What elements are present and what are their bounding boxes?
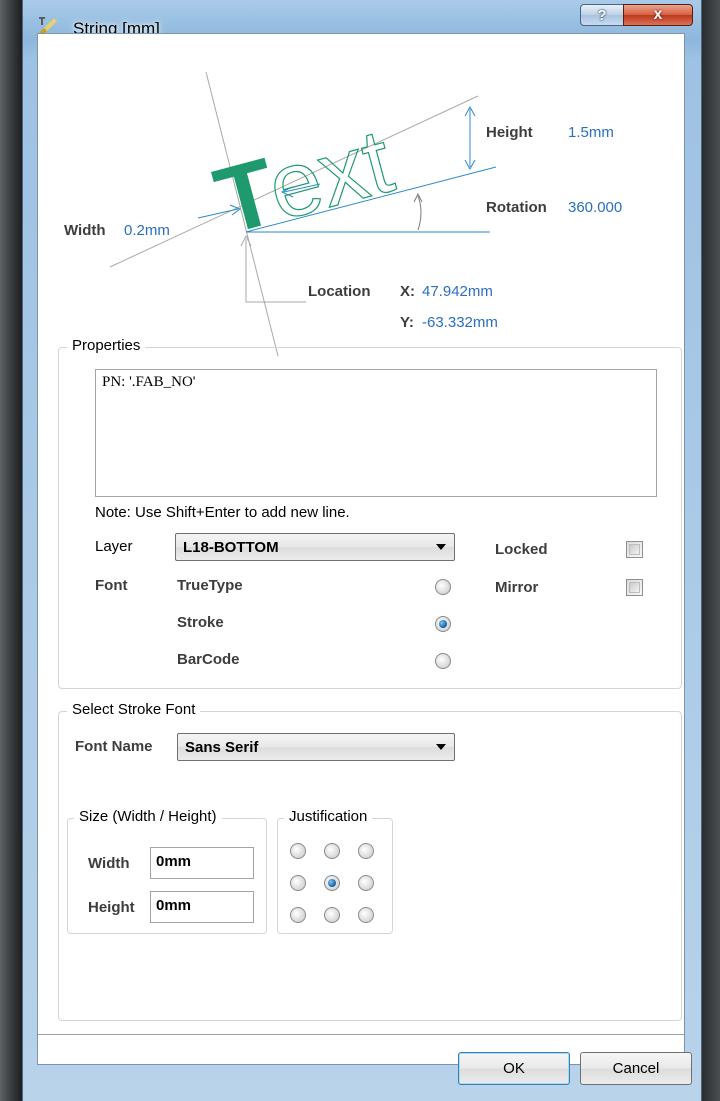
font-option-truetype-label: TrueType <box>177 577 243 594</box>
properties-group: Properties PN: '.FAB_NO' Note: Use Shift… <box>58 337 682 689</box>
cancel-button[interactable]: Cancel <box>580 1052 692 1085</box>
desktop-background-right <box>702 0 720 1101</box>
location-y-value: -63.332mm <box>422 314 498 331</box>
dialog-client-area: T ext Height 1.5mm Rotation 360.000 Widt… <box>37 33 685 1065</box>
width-value: 0.2mm <box>124 222 170 239</box>
font-name-label: Font Name <box>75 738 153 755</box>
justify-bottom-center-radio[interactable] <box>324 907 340 923</box>
properties-group-title: Properties <box>67 337 146 354</box>
location-label: Location <box>308 283 371 300</box>
layer-label: Layer <box>95 538 133 555</box>
close-button[interactable]: x <box>623 4 693 26</box>
text-geometry-diagram: T ext Height 1.5mm Rotation 360.000 Widt… <box>38 34 684 364</box>
new-line-note: Note: Use Shift+Enter to add new line. <box>95 504 350 521</box>
rotation-label: Rotation <box>486 199 547 216</box>
font-name-dropdown[interactable]: Sans Serif <box>177 733 455 761</box>
string-text-input[interactable]: PN: '.FAB_NO' <box>95 369 657 497</box>
mirror-label: Mirror <box>495 579 539 596</box>
help-button[interactable]: ? <box>580 4 624 26</box>
chevron-down-icon <box>436 544 446 550</box>
location-y-label: Y: <box>400 314 414 331</box>
chevron-down-icon <box>436 744 446 750</box>
location-x-value: 47.942mm <box>422 283 493 300</box>
layer-dropdown-value: L18-BOTTOM <box>183 539 279 556</box>
font-name-dropdown-value: Sans Serif <box>185 739 259 756</box>
height-label: Height <box>486 124 533 141</box>
justify-middle-center-radio[interactable] <box>324 875 340 891</box>
locked-label: Locked <box>495 541 548 558</box>
string-dialog-window: String [mm] ? x T ext Height 1.5mm Rotat… <box>22 0 702 1101</box>
layer-dropdown[interactable]: L18-BOTTOM <box>175 533 455 561</box>
justify-top-right-radio[interactable] <box>358 843 374 859</box>
font-option-barcode-radio[interactable] <box>435 653 451 669</box>
size-height-label: Height <box>88 899 135 916</box>
height-value: 1.5mm <box>568 124 614 141</box>
justify-middle-right-radio[interactable] <box>358 875 374 891</box>
select-stroke-font-group: Select Stroke Font Font Name Sans Serif … <box>58 701 682 1021</box>
size-height-input[interactable]: 0mm <box>150 891 254 923</box>
footer-separator <box>38 1034 684 1036</box>
size-group: Size (Width / Height) Width 0mm Height 0… <box>67 808 267 934</box>
justify-top-left-radio[interactable] <box>290 843 306 859</box>
font-option-truetype-radio[interactable] <box>435 579 451 595</box>
desktop-background-left <box>0 0 22 1101</box>
justification-group-title: Justification <box>284 808 373 825</box>
justification-group: Justification <box>277 808 393 934</box>
font-option-stroke-label: Stroke <box>177 614 224 631</box>
size-width-input[interactable]: 0mm <box>150 847 254 879</box>
justify-middle-left-radio[interactable] <box>290 875 306 891</box>
locked-checkbox[interactable] <box>626 541 643 558</box>
justify-bottom-left-radio[interactable] <box>290 907 306 923</box>
justify-bottom-right-radio[interactable] <box>358 907 374 923</box>
font-option-barcode-label: BarCode <box>177 651 240 668</box>
font-option-stroke-radio[interactable] <box>435 616 451 632</box>
size-width-label: Width <box>88 855 130 872</box>
justify-top-center-radio[interactable] <box>324 843 340 859</box>
font-label: Font <box>95 577 128 594</box>
mirror-checkbox[interactable] <box>626 579 643 596</box>
location-x-label: X: <box>400 283 415 300</box>
rotation-value: 360.000 <box>568 199 623 216</box>
stroke-font-group-title: Select Stroke Font <box>67 701 201 718</box>
width-label: Width <box>64 222 106 239</box>
size-group-title: Size (Width / Height) <box>74 808 222 825</box>
sample-text-rest: ext <box>258 110 403 240</box>
ok-button[interactable]: OK <box>458 1052 570 1085</box>
